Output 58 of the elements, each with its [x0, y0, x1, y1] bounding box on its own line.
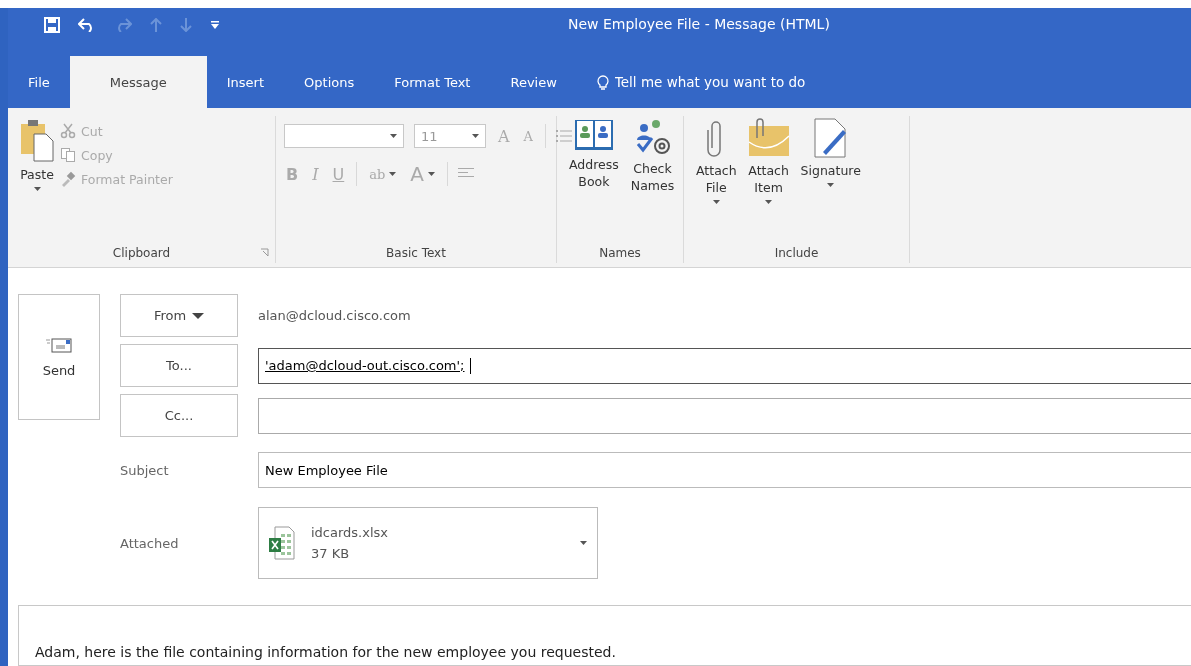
tell-me-field[interactable]: Tell me what you want to do [614, 74, 915, 90]
caret-icon [472, 134, 479, 138]
paintbrush-icon [60, 171, 76, 187]
window-title: New Employee File - Message (HTML) [568, 16, 830, 32]
dropdown-caret-icon [580, 541, 587, 545]
group-label: Basic Text [386, 246, 446, 260]
attachment-card[interactable]: idcards.xlsx 37 KB [258, 507, 598, 579]
group-label: Names [599, 246, 641, 260]
clipboard-icon [20, 118, 54, 162]
to-field[interactable]: 'adam@dcloud-out.cisco.com'; [258, 347, 1191, 384]
group-label: Clipboard [112, 246, 171, 260]
caret-icon [390, 134, 397, 138]
envelope-icon [46, 336, 72, 353]
to-button[interactable]: To... [120, 344, 238, 387]
ribbon-button[interactable]: Signature [796, 116, 865, 243]
subject-field[interactable]: New Employee File [258, 452, 1191, 488]
send-button[interactable]: Send [18, 294, 100, 420]
customize-menu-icon[interactable] [210, 20, 220, 30]
ribbon-tab[interactable]: Options [284, 56, 375, 108]
group-label: Include [774, 246, 819, 260]
attachment-name: idcards.xlsx [311, 525, 390, 540]
ribbon-button[interactable]: Check Names [626, 116, 679, 243]
cc-field[interactable] [258, 397, 1191, 434]
lightbulb-icon [596, 73, 609, 91]
attachment-size: 37 KB [311, 546, 351, 561]
paste-button[interactable]: Paste [16, 116, 58, 243]
align-left-icon[interactable] [458, 168, 474, 180]
from-button[interactable]: From [120, 294, 238, 337]
ribbon-tab[interactable]: Review [490, 56, 577, 108]
ribbon-tab[interactable]: Format Text [374, 56, 491, 108]
ribbon-button[interactable]: Address Book [565, 116, 623, 243]
bullets-icon[interactable] [555, 129, 572, 143]
ribbon-button[interactable]: Attach File [692, 116, 741, 243]
dialog-launcher-icon[interactable] [260, 248, 269, 257]
caret-icon [389, 172, 397, 176]
message-body[interactable]: Adam, here is the file containing information for the new employee you requested. [18, 605, 1191, 666]
spreadsheet-icon [269, 526, 295, 560]
scissors-icon [60, 123, 76, 139]
font-size-field[interactable]: 11 [414, 124, 486, 148]
font-name-field[interactable] [284, 124, 404, 148]
cc-button[interactable]: Cc... [120, 394, 238, 437]
save-icon[interactable] [44, 17, 60, 33]
address-book-icon [573, 118, 614, 152]
subject-label: Subject [120, 462, 169, 478]
caret-icon [192, 312, 205, 319]
document-pen-icon [812, 118, 849, 158]
ribbon-tab[interactable]: Insert [206, 56, 285, 108]
up-arrow-icon[interactable] [150, 18, 162, 32]
envelope-clip-icon [746, 118, 791, 158]
ribbon-button[interactable]: Attach Item [742, 116, 795, 243]
copy-icon [60, 147, 76, 163]
caret-icon [428, 172, 435, 176]
down-arrow-icon[interactable] [180, 18, 192, 32]
from-address: alan@dcloud.cisco.com [258, 308, 411, 323]
attached-label: Attached [120, 535, 179, 551]
caret-icon [33, 187, 41, 191]
ribbon-tab[interactable]: File [8, 56, 70, 108]
ribbon-tab[interactable]: Message [69, 56, 207, 108]
